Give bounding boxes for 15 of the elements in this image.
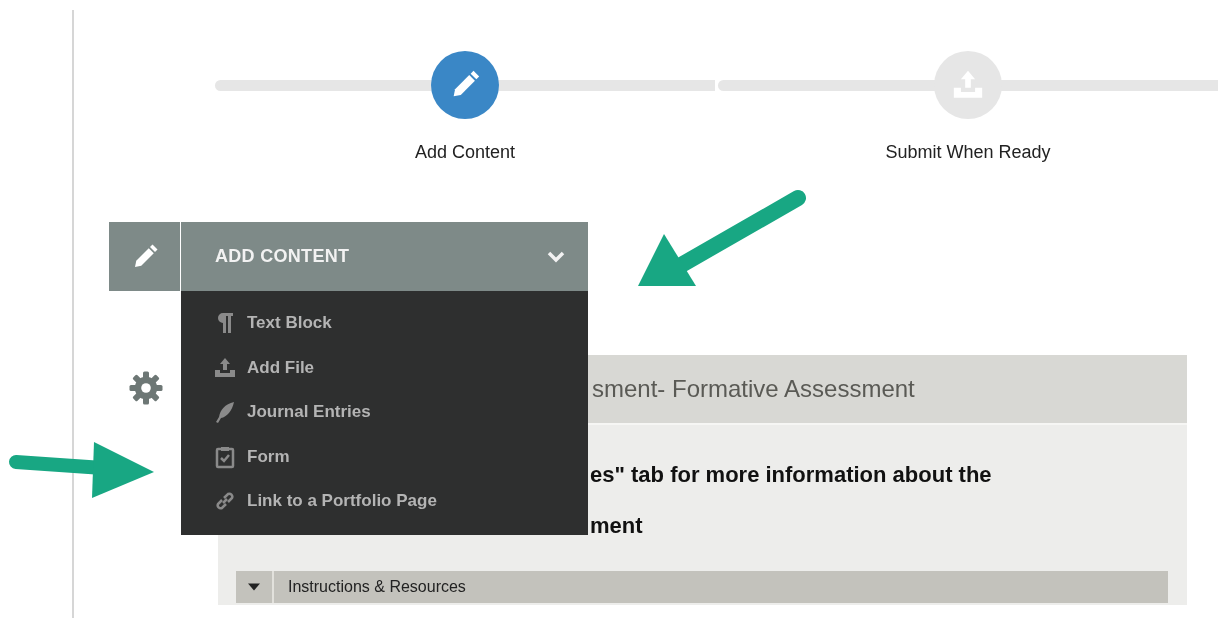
step-label: Add Content — [414, 142, 516, 163]
menu-item[interactable]: Form — [181, 434, 588, 479]
panel-title: sment- Formative Assessment — [592, 375, 915, 403]
menu-item[interactable]: Link to a Portfolio Page — [181, 479, 588, 524]
instruction-text: es" tab for more information about the ment — [590, 461, 993, 540]
edit-button[interactable] — [109, 222, 180, 291]
menu-item[interactable]: Add File — [181, 345, 588, 390]
menu-item[interactable]: Journal Entries — [181, 390, 588, 435]
section-header[interactable]: Instructions & Resources — [236, 571, 1168, 603]
clipboard-icon — [213, 444, 237, 469]
menu-item[interactable]: Text Block — [181, 301, 588, 346]
settings-icon[interactable] — [128, 370, 164, 406]
step-label: Submit When Ready — [885, 142, 1051, 163]
feather-icon — [213, 400, 237, 425]
caret-icon — [248, 583, 260, 591]
